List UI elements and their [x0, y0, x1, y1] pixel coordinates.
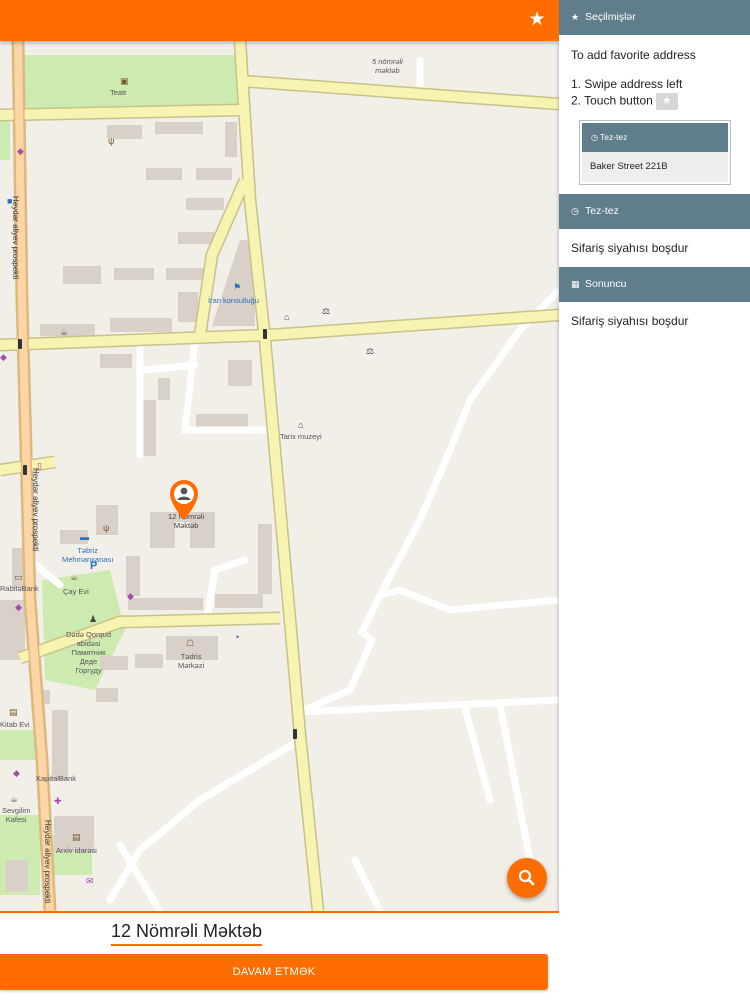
- favorites-step-1: 1. Swipe address left: [571, 77, 683, 91]
- phone-icon: ▯: [37, 461, 42, 471]
- pharmacy-icon: ✚: [54, 796, 62, 806]
- major-roads: [0, 41, 559, 911]
- favorites-hint: To add favorite address: [571, 48, 696, 62]
- demo-card-header: ◷ Tez-tez: [582, 123, 728, 152]
- map-label-sevgilim-kafesi: Sevgilim Kafesi: [2, 806, 31, 824]
- recent-empty-text: Sifariş siyahısı boşdur: [571, 314, 689, 328]
- cafe-icon: ☕: [60, 327, 69, 337]
- address-bar: 12 Nömrəli Məktəb DAVAM ETMƏK: [0, 911, 559, 1000]
- map-canvas[interactable]: [0, 41, 559, 911]
- map-label-dada-qorqud: Dədə Qorqud abidəsi Памятник Деде Горгуд…: [66, 630, 112, 675]
- star-icon: ★: [655, 93, 678, 110]
- map-label-teatr: Teatr: [110, 88, 127, 97]
- library-icon: ▤: [72, 832, 81, 842]
- favorites-title: Seçilmişlər: [585, 11, 636, 23]
- shop-icon: ◆: [0, 352, 7, 362]
- clock-icon: ◷: [571, 206, 579, 216]
- frequent-empty-text: Sifariş siyahısı boşdur: [571, 241, 689, 255]
- star-icon: ★: [571, 12, 580, 22]
- shop-icon: ◆: [13, 768, 20, 778]
- shop-icon: ◆: [17, 146, 24, 156]
- demo-card-address: Baker Street 221B: [582, 152, 728, 182]
- calendar-icon: ▦: [571, 279, 580, 289]
- map-label-rabitabank: RabitəBank: [0, 584, 39, 593]
- top-app-bar: ★: [0, 0, 559, 41]
- map-label-cay-evi: Çay Evi: [63, 587, 89, 596]
- map-label-history-museum: Tarix muzeyi: [280, 432, 322, 441]
- shop-icon: ◆: [127, 591, 134, 601]
- bank-icon: ⌂: [284, 312, 290, 322]
- search-button[interactable]: [507, 858, 547, 898]
- flag-icon: ⚑: [233, 282, 242, 292]
- favorites-header[interactable]: ★ Seçilmişlər: [559, 0, 750, 35]
- map-label-heydar-aliyev-avenue: Heydər əliyev prospekti: [11, 196, 20, 280]
- bank-icon: ▭: [14, 572, 23, 582]
- map-label-tabriz-hotel: Təbriz Mehmanxanası: [62, 546, 114, 564]
- demo-card-title: Tez-tez: [599, 132, 628, 142]
- shop-icon: ◆: [15, 602, 22, 612]
- search-icon: [518, 869, 535, 886]
- shop-icon: ✉: [86, 876, 94, 886]
- monument-icon: ♟: [89, 614, 98, 624]
- favorites-star-icon[interactable]: ★: [527, 10, 547, 30]
- recent-title: Sonuncu: [585, 278, 627, 290]
- park-area: [0, 120, 10, 160]
- favorites-demo-card: ◷ Tez-tez Baker Street 221B: [579, 120, 731, 185]
- park-area: [0, 730, 38, 760]
- frequent-title: Tez-tez: [585, 205, 619, 217]
- restaurant-icon: ψ: [103, 523, 110, 533]
- frequent-header[interactable]: ◷ Tez-tez: [559, 194, 750, 229]
- cafe-icon: ☕: [70, 572, 79, 582]
- map-label-heydar-aliyev-avenue: Heydər əliyev prospekti: [43, 820, 52, 904]
- map-label-school5: 5 nömrəli məktəb: [372, 57, 403, 75]
- map-label-heydar-aliyev-avenue: Heydər əliyev prospekti: [31, 468, 40, 552]
- favorites-step-2-row: 2. Touch button ★: [571, 93, 678, 110]
- cafe-icon: ☕: [10, 794, 19, 804]
- recent-header[interactable]: ▦ Sonuncu: [559, 267, 750, 302]
- school-icon: ☖: [186, 638, 195, 648]
- map-label-iran-consulate: İran konsulluğu: [208, 296, 259, 305]
- map-label-tedris-merkezi: Tədris Mərkəzi: [178, 652, 205, 670]
- map-label-arxiv-idaresi: Arxiv idarəsi: [56, 846, 97, 855]
- bus-stop-icon: ■: [7, 196, 13, 206]
- courthouse-icon: ⚖: [322, 306, 331, 316]
- map-view[interactable]: ★ Teatr 5 nömrəli məktəb İran konsulluğu…: [0, 0, 559, 1000]
- location-marker-icon[interactable]: [168, 478, 200, 522]
- map-label-kitab-evi: Kitab Evi: [0, 720, 30, 729]
- hotel-icon: ▬: [80, 532, 89, 542]
- museum-icon: ⌂: [298, 420, 304, 430]
- poi-dot-icon: •: [236, 632, 240, 642]
- selected-address-field[interactable]: 12 Nömrəli Məktəb: [111, 921, 263, 946]
- parking-icon: P: [90, 560, 98, 572]
- courthouse-icon: ⚖: [366, 346, 375, 356]
- restaurant-icon: ψ: [108, 136, 115, 146]
- map-label-kapitalbank: KapitalBank: [36, 774, 77, 783]
- favorites-step-2: 2. Touch button: [571, 93, 653, 108]
- minor-roads: [26, 56, 559, 911]
- clock-icon: ◷: [591, 133, 598, 142]
- side-panel: ★ Seçilmişlər To add favorite address 1. …: [559, 0, 750, 1000]
- continue-button[interactable]: DAVAM ETMƏK: [0, 954, 548, 990]
- library-icon: ▤: [9, 707, 18, 717]
- theatre-icon: ▣: [120, 76, 129, 86]
